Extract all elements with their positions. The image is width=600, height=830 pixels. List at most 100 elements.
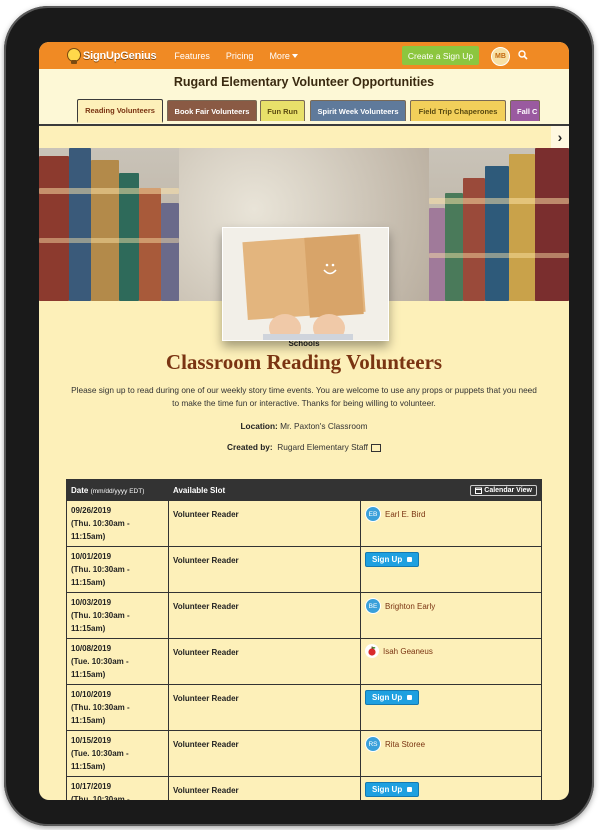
checkbox-icon xyxy=(407,695,413,700)
nav-more-label: More xyxy=(269,50,290,61)
slot-date: 10/10/2019 xyxy=(71,690,112,699)
slot-date-cell: 10/15/2019 (Tue. 10:30am - 11:15am) xyxy=(66,730,169,777)
slot-volunteer-cell: Sign Up xyxy=(360,546,542,593)
create-signup-button[interactable]: Create a Sign Up xyxy=(402,46,479,65)
nav-more[interactable]: More xyxy=(269,51,298,61)
volunteer-avatar: EB xyxy=(365,506,381,522)
tab-spirit-week-volunteers[interactable]: Spirit Week Volunteers xyxy=(310,100,406,121)
column-header-date: Date (mm/dd/yyyy EDT) xyxy=(66,479,169,501)
location-label: Location: xyxy=(240,421,278,431)
slot-time: (Tue. 10:30am - 11:15am) xyxy=(71,749,129,771)
created-by-label: Created by: xyxy=(227,442,273,452)
slot-name: Volunteer Reader xyxy=(168,684,361,731)
browser-screen: SignUpGenius Features Pricing More Creat… xyxy=(39,42,569,800)
tab-reading-volunteers[interactable]: Reading Volunteers xyxy=(77,99,163,123)
slot-volunteer-cell: EB Earl E. Bird xyxy=(360,500,542,547)
sign-up-button[interactable]: Sign Up xyxy=(365,782,420,797)
calendar-view-button[interactable]: Calendar View xyxy=(470,484,537,496)
books-left-image xyxy=(39,148,179,301)
nav-features[interactable]: Features xyxy=(174,51,210,61)
slot-time: (Thu. 10:30am - 11:15am) xyxy=(71,611,130,633)
lightbulb-icon xyxy=(67,47,81,64)
tab-fall[interactable]: Fall C xyxy=(510,100,540,121)
slot-date-cell: 10/17/2019 (Thu. 10:30am - 11:15am) xyxy=(66,776,169,800)
chevron-right-icon[interactable]: › xyxy=(551,126,569,148)
column-header-actions: Calendar View xyxy=(360,479,542,501)
slot-date-cell: 09/26/2019 (Thu. 10:30am - 11:15am) xyxy=(66,500,169,547)
calendar-icon xyxy=(475,487,483,494)
tab-book-fair-volunteers[interactable]: Book Fair Volunteers xyxy=(167,100,257,121)
sign-up-button[interactable]: Sign Up xyxy=(365,690,420,705)
volunteer-avatar: BE xyxy=(365,598,381,614)
tab-field-trip-chaperones[interactable]: Field Trip Chaperones xyxy=(410,100,506,121)
tab-fun-run[interactable]: Fun Run xyxy=(260,100,305,121)
checkbox-icon xyxy=(407,787,413,792)
slot-date: 10/17/2019 xyxy=(71,782,112,791)
slot-date: 09/26/2019 xyxy=(71,506,112,515)
signup-title: Classroom Reading Volunteers xyxy=(165,350,443,374)
page-title: Rugard Elementary Volunteer Opportunitie… xyxy=(39,69,569,96)
table-row: 10/01/2019 (Thu. 10:30am - 11:15am) Volunt… xyxy=(66,546,542,593)
slot-time: (Tue. 10:30am - 11:15am) xyxy=(71,657,129,679)
tablet-frame: SignUpGenius Features Pricing More Creat… xyxy=(4,6,594,826)
slot-name: Volunteer Reader xyxy=(168,776,361,800)
signup-thumbnail-image xyxy=(222,227,389,341)
volunteer-name: Earl E. Bird xyxy=(385,509,426,519)
location-value: Mr. Paxton's Classroom xyxy=(280,421,368,431)
table-header: Date (mm/dd/yyyy EDT) Available Slot Cal… xyxy=(66,479,542,501)
table-row: 09/26/2019 (Thu. 10:30am - 11:15am) Volunt… xyxy=(66,500,542,547)
slot-name: Volunteer Reader xyxy=(168,592,361,639)
slot-volunteer-cell: Sign Up xyxy=(360,776,542,800)
logo-text: SignUpGenius xyxy=(83,49,157,62)
slot-date-cell: 10/08/2019 (Tue. 10:30am - 11:15am) xyxy=(66,638,169,685)
nav-pricing[interactable]: Pricing xyxy=(226,51,254,61)
signup-location: Location: Mr. Paxton's Classroom xyxy=(39,421,569,431)
volunteer-entry: Isah Geaneus xyxy=(365,644,537,658)
search-icon[interactable] xyxy=(518,50,528,60)
slots-table: Date (mm/dd/yyyy EDT) Available Slot Cal… xyxy=(66,479,542,800)
top-navbar: SignUpGenius Features Pricing More Creat… xyxy=(39,42,569,69)
slot-date: 10/03/2019 xyxy=(71,598,112,607)
chevron-down-icon xyxy=(291,54,298,59)
slot-date-cell: 10/03/2019 (Thu. 10:30am - 11:15am) xyxy=(66,592,169,639)
volunteer-name: Brighton Early xyxy=(385,601,436,611)
table-row: 10/08/2019 (Tue. 10:30am - 11:15am) Volunt… xyxy=(66,638,542,685)
slot-time: (Thu. 10:30am - 11:15am) xyxy=(71,565,130,587)
column-header-slot: Available Slot xyxy=(168,479,361,501)
slot-name: Volunteer Reader xyxy=(168,500,361,547)
smiley-icon xyxy=(323,263,337,275)
books-right-image xyxy=(429,148,569,301)
tab-scroll-bar: › xyxy=(39,126,569,148)
slot-name: Volunteer Reader xyxy=(168,638,361,685)
volunteer-entry: BE Brighton Early xyxy=(365,598,537,614)
slot-name: Volunteer Reader xyxy=(168,730,361,777)
slot-volunteer-cell: BE Brighton Early xyxy=(360,592,542,639)
table-row: 10/15/2019 (Tue. 10:30am - 11:15am) Volunt… xyxy=(66,730,542,777)
slot-name: Volunteer Reader xyxy=(168,546,361,593)
table-row: 10/10/2019 (Thu. 10:30am - 11:15am) Volunt… xyxy=(66,684,542,731)
slot-volunteer-cell: Isah Geaneus xyxy=(360,638,542,685)
slot-date: 10/15/2019 xyxy=(71,736,112,745)
table-row: 10/17/2019 (Thu. 10:30am - 11:15am) Volunt… xyxy=(66,776,542,800)
sign-up-button[interactable]: Sign Up xyxy=(365,552,420,567)
volunteer-entry: EB Earl E. Bird xyxy=(365,506,537,522)
slot-time: (Thu. 10:30am - 11:15am) xyxy=(71,795,130,800)
created-by-value: Rugard Elementary Staff xyxy=(277,442,368,452)
table-row: 10/03/2019 (Thu. 10:30am - 11:15am) Volunt… xyxy=(66,592,542,639)
slot-volunteer-cell: RS Rita Storee xyxy=(360,730,542,777)
slot-date-cell: 10/10/2019 (Thu. 10:30am - 11:15am) xyxy=(66,684,169,731)
hands-image xyxy=(263,314,353,340)
slot-date-cell: 10/01/2019 (Thu. 10:30am - 11:15am) xyxy=(66,546,169,593)
mail-icon[interactable] xyxy=(370,443,381,452)
volunteer-name: Isah Geaneus xyxy=(383,646,433,656)
slot-volunteer-cell: Sign Up xyxy=(360,684,542,731)
logo[interactable]: SignUpGenius xyxy=(67,47,157,64)
avatar[interactable]: MB xyxy=(491,47,510,66)
volunteer-name: Rita Storee xyxy=(385,739,426,749)
checkbox-icon xyxy=(407,557,413,562)
slot-date: 10/01/2019 xyxy=(71,552,112,561)
volunteer-avatar: RS xyxy=(365,736,381,752)
slot-date: 10/08/2019 xyxy=(71,644,112,653)
signup-description: Please sign up to read during one of our… xyxy=(71,385,537,408)
tab-bar: Reading Volunteers Book Fair Volunteers … xyxy=(39,96,569,126)
